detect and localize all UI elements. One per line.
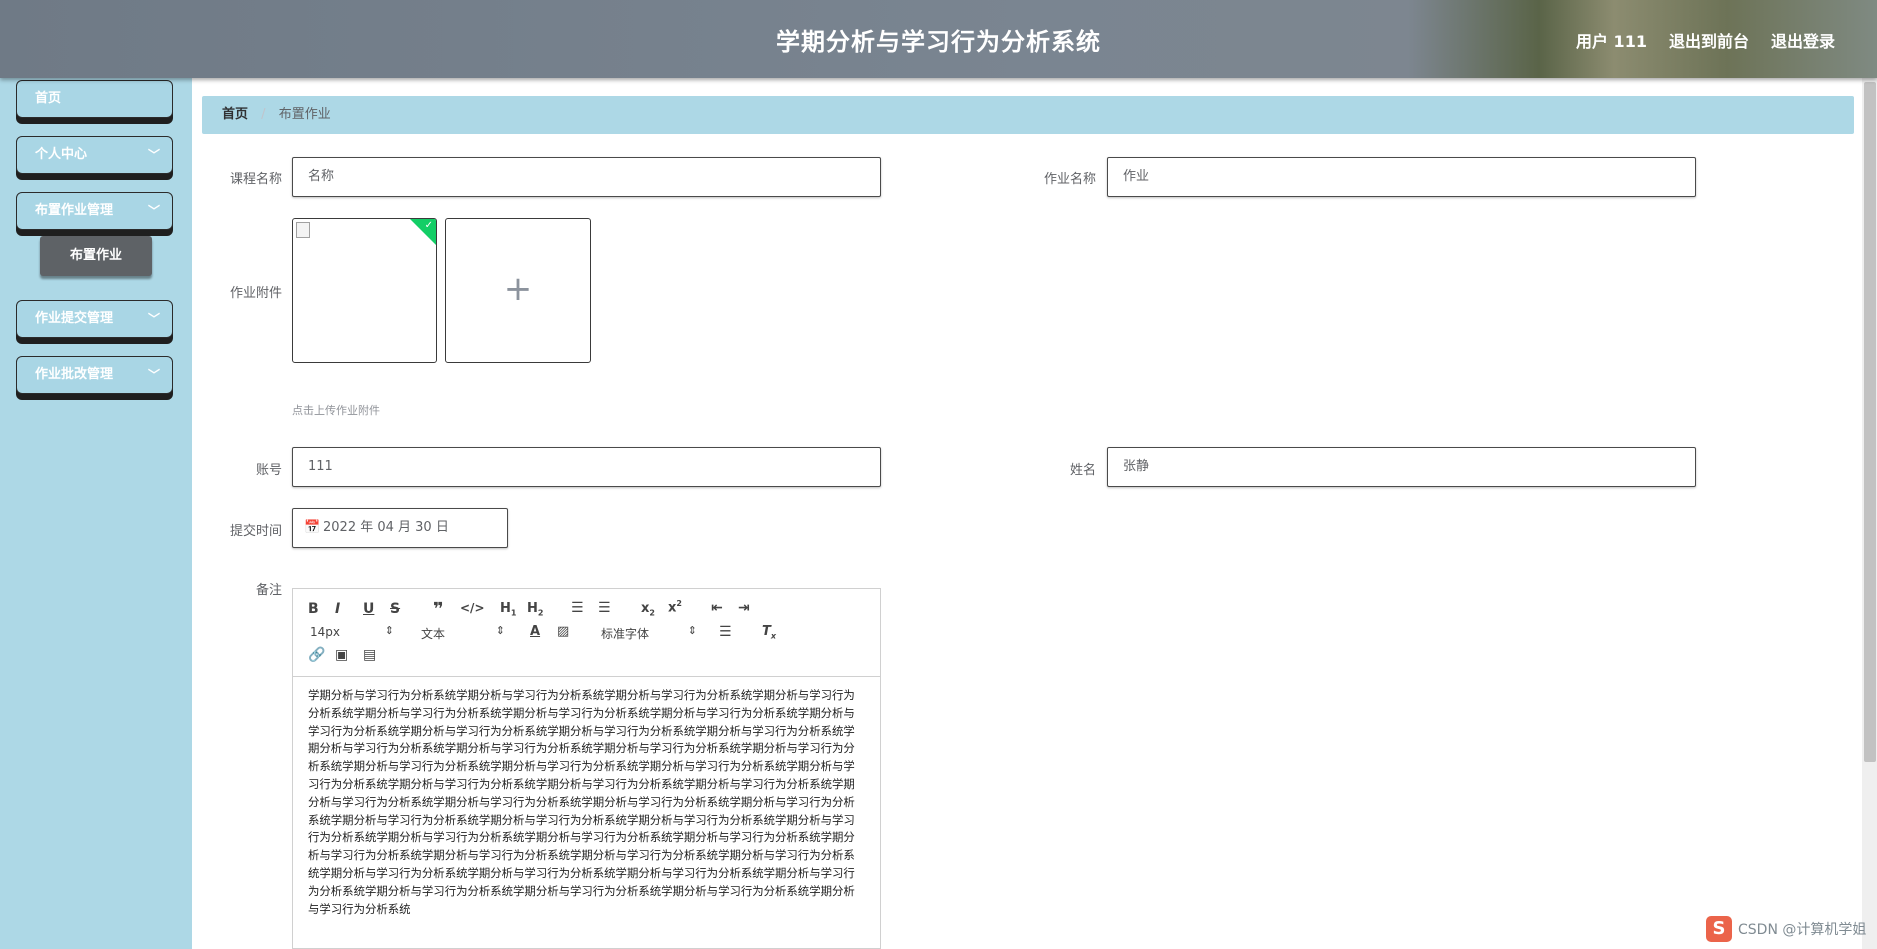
broken-image-icon — [296, 222, 310, 238]
subscript-button[interactable]: x2 — [641, 601, 655, 618]
name-label: 姓名 — [1069, 463, 1096, 478]
csdn-logo-icon: S — [1706, 916, 1732, 942]
watermark-text: CSDN @计算机学姐 — [1738, 922, 1867, 938]
name-input[interactable]: 张静 — [1107, 447, 1696, 487]
select-arrows-icon: ⇕ — [687, 624, 697, 637]
logout-link[interactable]: 退出登录 — [1771, 28, 1835, 52]
ordered-list-icon[interactable]: ☰ — [571, 600, 584, 616]
plus-icon: + — [503, 269, 533, 309]
link-icon[interactable]: 🔗 — [308, 647, 325, 663]
font-size-value: 14px — [310, 625, 340, 639]
calendar-icon: 📅 — [304, 520, 321, 535]
bold-button[interactable]: B — [308, 601, 319, 617]
editor-content[interactable]: 学期分析与学习行为分析系统学期分析与学习行为分析系统学期分析与学习行为分析系统学… — [308, 687, 863, 947]
select-arrows-icon: ⇕ — [384, 624, 394, 637]
breadcrumb-home[interactable]: 首页 — [222, 107, 248, 122]
heading1-button[interactable]: H1 — [500, 601, 516, 618]
editor-toolbar: B I U S ❞ </> H1 H2 ☰ ☰ x2 x2 ⇤ ⇥ 14px ⇕ … — [293, 589, 880, 677]
submit-time-label: 提交时间 — [229, 524, 282, 539]
strike-button[interactable]: S — [390, 601, 400, 617]
course-name-input[interactable]: 名称 — [292, 157, 881, 197]
header-links: 用户 111 退出到前台 退出登录 — [1576, 28, 1835, 52]
font-family-value: 标准字体 — [601, 627, 650, 641]
csdn-watermark: S CSDN @计算机学姐 — [1706, 916, 1866, 942]
breadcrumb: 首页 / 布置作业 — [202, 96, 1854, 134]
sidebar-item-homework-assign-management[interactable]: 布置作业管理 ﹀ — [16, 192, 173, 230]
course-name-label: 课程名称 — [229, 172, 282, 187]
video-icon[interactable]: ▤ — [363, 647, 376, 663]
chevron-down-icon: ﹀ — [147, 148, 160, 162]
chevron-down-icon: ﹀ — [147, 204, 160, 218]
sidebar: 首页 个人中心 ﹀ 布置作业管理 ﹀ 布置作业 作业提交管理 ﹀ 作业批改管理 … — [0, 78, 192, 949]
font-family-select[interactable]: 标准字体 ⇕ — [601, 624, 697, 642]
homework-name-input[interactable]: 作业 — [1107, 157, 1696, 197]
background-color-icon[interactable]: ▨ — [557, 624, 569, 639]
sidebar-item-homework-submit-management[interactable]: 作业提交管理 ﹀ — [16, 300, 173, 338]
account-label: 账号 — [255, 463, 282, 478]
sidebar-item-personal-center[interactable]: 个人中心 ﹀ — [16, 136, 173, 174]
attachment-label: 作业附件 — [229, 286, 282, 301]
indent-icon[interactable]: ⇥ — [738, 600, 750, 616]
clear-format-icon[interactable]: Tx — [762, 624, 776, 641]
scrollbar-thumb[interactable] — [1864, 82, 1876, 762]
sidebar-item-homework-grading-management[interactable]: 作业批改管理 ﹀ — [16, 356, 173, 394]
bullet-list-icon[interactable]: ☰ — [598, 600, 611, 616]
sidebar-item-label: 作业批改管理 — [35, 367, 114, 382]
superscript-button[interactable]: x2 — [668, 599, 682, 615]
rich-text-editor: B I U S ❞ </> H1 H2 ☰ ☰ x2 x2 ⇤ ⇥ 14px ⇕ … — [292, 588, 881, 949]
check-icon: ✓ — [424, 220, 433, 231]
upload-tip: 点击上传作业附件 — [292, 404, 380, 417]
align-icon[interactable]: ☰ — [719, 624, 732, 640]
breadcrumb-current: 布置作业 — [278, 107, 331, 122]
image-icon[interactable]: ▣ — [335, 647, 348, 663]
upload-add-button[interactable]: + — [445, 218, 591, 363]
user-label: 用户 111 — [1575, 32, 1647, 51]
chevron-down-icon: ﹀ — [147, 312, 160, 326]
sidebar-item-label: 个人中心 — [35, 147, 88, 162]
blockquote-button[interactable]: ❞ — [433, 599, 444, 620]
italic-button[interactable]: I — [335, 601, 340, 617]
code-block-button[interactable]: </> — [460, 601, 485, 615]
top-header: 学期分析与学习行为分析系统 用户 111 退出到前台 退出登录 — [0, 0, 1877, 78]
sidebar-item-label: 布置作业管理 — [35, 203, 114, 218]
remark-label: 备注 — [255, 583, 282, 598]
font-size-select[interactable]: 14px ⇕ — [310, 624, 394, 639]
sidebar-subitem-assign-homework[interactable]: 布置作业 — [40, 236, 152, 276]
exit-to-front-link[interactable]: 退出到前台 — [1669, 28, 1749, 52]
chevron-down-icon: ﹀ — [147, 368, 160, 382]
block-type-select[interactable]: 文本 ⇕ — [421, 624, 505, 642]
breadcrumb-separator: / — [261, 107, 266, 122]
submit-time-date-picker[interactable]: 📅 2022 年 04 月 30 日 — [292, 508, 508, 548]
sidebar-item-label: 首页 — [35, 91, 62, 106]
homework-name-label: 作业名称 — [1043, 172, 1096, 187]
sidebar-item-home[interactable]: 首页 — [16, 80, 173, 118]
submit-time-value: 2022 年 04 月 30 日 — [323, 520, 449, 535]
account-input[interactable]: 111 — [292, 447, 881, 487]
sidebar-item-label: 作业提交管理 — [35, 311, 114, 326]
font-color-icon[interactable]: A — [530, 624, 540, 639]
underline-button[interactable]: U — [363, 601, 374, 617]
select-arrows-icon: ⇕ — [495, 624, 505, 637]
uploaded-attachment-thumbnail[interactable]: ✓ — [292, 218, 437, 363]
block-type-value: 文本 — [421, 627, 446, 641]
heading2-button[interactable]: H2 — [527, 601, 543, 618]
outdent-icon[interactable]: ⇤ — [711, 600, 723, 616]
